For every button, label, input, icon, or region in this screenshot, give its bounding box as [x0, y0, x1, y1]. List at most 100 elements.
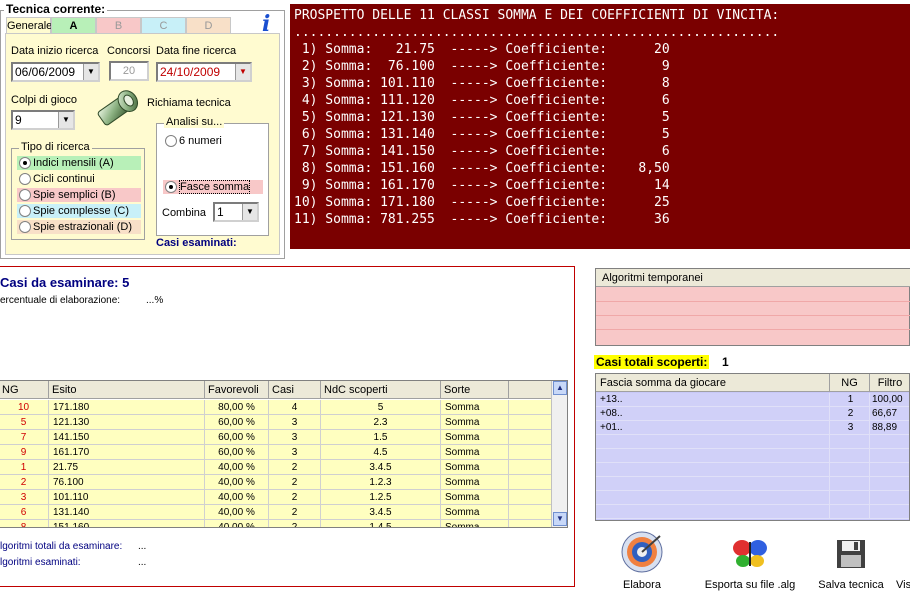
- tab-d[interactable]: D: [186, 17, 231, 33]
- richiama-tecnica-label[interactable]: Richiama tecnica: [147, 97, 231, 109]
- col-header-sorte[interactable]: Sorte: [441, 381, 509, 399]
- output-line: 2) Somma: 76.100 -----> Coefficiente: 9: [294, 59, 670, 74]
- radio-button[interactable]: [165, 135, 177, 147]
- cell-sorte: Somma: [441, 490, 509, 505]
- data-inizio-select[interactable]: 06/06/2009 ▼: [11, 62, 100, 82]
- tipo-ricerca-option[interactable]: Indici mensili (A): [17, 156, 141, 170]
- data-inizio-value: 06/06/2009: [15, 65, 76, 79]
- col-header-casi[interactable]: Casi: [269, 381, 321, 399]
- scroll-up-icon[interactable]: ▲: [553, 381, 567, 395]
- cell-ndc: 3.4.5: [321, 460, 441, 475]
- cell-filtro: 100,00: [870, 393, 909, 407]
- col-header-filtro[interactable]: Filtro: [870, 374, 909, 392]
- cell-ng: 7: [0, 430, 49, 445]
- cell-casi: 2: [269, 475, 321, 490]
- esporta-label: Esporta su file .alg: [704, 579, 796, 591]
- chevron-down-icon[interactable]: ▼: [58, 112, 73, 128]
- cell-empty: [596, 449, 830, 463]
- radio-button[interactable]: [165, 181, 177, 193]
- cell-empty: [870, 505, 909, 519]
- cell-empty: [830, 491, 870, 505]
- casi-totali-label: Casi totali scoperti:: [594, 355, 710, 369]
- cell-ndc: 2.3: [321, 415, 441, 430]
- cell-empty: [830, 463, 870, 477]
- col-header-favorevoli[interactable]: Favorevoli: [205, 381, 269, 399]
- col-header-ng[interactable]: NG: [0, 381, 49, 399]
- cell-casi: 3: [269, 430, 321, 445]
- cell-filtro: 88,89: [870, 421, 909, 435]
- output-line: ........................................…: [294, 25, 780, 40]
- info-icon[interactable]: i: [262, 13, 278, 35]
- cell-empty: [870, 491, 909, 505]
- cell-casi: 2: [269, 490, 321, 505]
- tipo-ricerca-option[interactable]: Spie semplici (B): [17, 188, 141, 202]
- radio-6-numeri[interactable]: 6 numeri: [163, 134, 222, 148]
- casi-esaminati-label: Casi esaminati:: [156, 237, 237, 249]
- results-scrollbar[interactable]: ▲ ▼: [551, 381, 567, 527]
- algoritmi-totali-label: lgoritmi totali da esaminare:: [0, 541, 123, 552]
- salva-tecnica-button[interactable]: Salva tecnica: [815, 530, 887, 591]
- cell-esito: 151.160: [49, 520, 205, 527]
- esporta-button[interactable]: Esporta su file .alg: [700, 530, 800, 591]
- radio-button[interactable]: [19, 173, 31, 185]
- combina-select[interactable]: 1 ▼: [213, 202, 259, 222]
- results-grid: NG Esito Favorevoli Casi NdC scoperti So…: [0, 380, 568, 528]
- tab-generale[interactable]: Generale: [6, 17, 52, 33]
- concorsi-label: Concorsi: [107, 45, 151, 57]
- output-line: PROSPETTO DELLE 11 CLASSI SOMMA E DEI CO…: [294, 8, 780, 23]
- tipo-ricerca-option[interactable]: Cicli continui: [17, 172, 141, 186]
- chevron-down-icon[interactable]: ▼: [235, 64, 250, 80]
- cell-empty: [596, 477, 830, 491]
- scroll-down-icon[interactable]: ▼: [553, 512, 567, 526]
- cell-empty: [830, 505, 870, 519]
- radio-button[interactable]: [19, 157, 31, 169]
- data-fine-label: Data fine ricerca: [156, 45, 237, 57]
- cell-favorevoli: 40,00 %: [205, 490, 269, 505]
- tab-c[interactable]: C: [141, 17, 186, 33]
- concorsi-field[interactable]: 20: [109, 61, 149, 81]
- elabora-button[interactable]: Elabora: [606, 530, 678, 591]
- analisi-title: Analisi su...: [164, 116, 225, 128]
- output-line: 7) Somma: 141.150 -----> Coefficiente: 6: [294, 144, 670, 159]
- cell-favorevoli: 60,00 %: [205, 415, 269, 430]
- chevron-down-icon[interactable]: ▼: [83, 64, 98, 80]
- cell-empty: [509, 475, 553, 490]
- col-header-fascia-ng[interactable]: NG: [830, 374, 870, 392]
- algoritmi-temporanei-list[interactable]: Algoritmi temporanei: [595, 268, 910, 346]
- radio-button[interactable]: [19, 205, 31, 217]
- elabora-label: Elabora: [623, 579, 661, 591]
- tipo-ricerca-option[interactable]: Spie complesse (C): [17, 204, 141, 218]
- col-header-fascia[interactable]: Fascia somma da giocare: [596, 374, 830, 392]
- cell-empty: [830, 449, 870, 463]
- fascia-somma-grid: Fascia somma da giocare NG Filtro +13.. 1…: [595, 373, 910, 521]
- col-header-ndc[interactable]: NdC scoperti: [321, 381, 441, 399]
- cell-filtro: 66,67: [870, 407, 909, 421]
- cell-empty: [509, 430, 553, 445]
- tab-b[interactable]: B: [96, 17, 141, 33]
- cell-ndc: 3.4.5: [321, 505, 441, 520]
- output-line: 6) Somma: 131.140 -----> Coefficiente: 5: [294, 127, 670, 142]
- colpi-value: 9: [15, 113, 22, 127]
- tab-a[interactable]: A: [51, 17, 96, 33]
- cell-fascia: +01..: [596, 421, 830, 435]
- cell-ng: 9: [0, 445, 49, 460]
- tipo-ricerca-option-label: Spie semplici (B): [33, 189, 116, 201]
- output-console: PROSPETTO DELLE 11 CLASSI SOMMA E DEI CO…: [290, 4, 910, 249]
- col-header-esito[interactable]: Esito: [49, 381, 205, 399]
- cell-empty: [596, 491, 830, 505]
- visualizza-button[interactable]: Vis: [896, 530, 910, 591]
- chevron-down-icon[interactable]: ▼: [242, 204, 257, 220]
- cell-fascia-ng: 3: [830, 421, 870, 435]
- radio-fasce-somma[interactable]: Fasce somma: [163, 180, 263, 194]
- wrench-icon[interactable]: [92, 86, 144, 130]
- colpi-select[interactable]: 9 ▼: [11, 110, 75, 130]
- tipo-ricerca-option-label: Spie complesse (C): [33, 205, 129, 217]
- data-fine-select[interactable]: 24/10/2009 ▼: [156, 62, 252, 82]
- output-line: 10) Somma: 171.180 -----> Coefficiente: …: [294, 195, 670, 210]
- tipo-ricerca-option[interactable]: Spie estrazionali (D): [17, 220, 141, 234]
- cell-favorevoli: 60,00 %: [205, 445, 269, 460]
- radio-button[interactable]: [19, 189, 31, 201]
- combina-label: Combina: [162, 207, 207, 219]
- radio-button[interactable]: [19, 221, 31, 233]
- algoritmi-totali-value: ...: [138, 541, 147, 552]
